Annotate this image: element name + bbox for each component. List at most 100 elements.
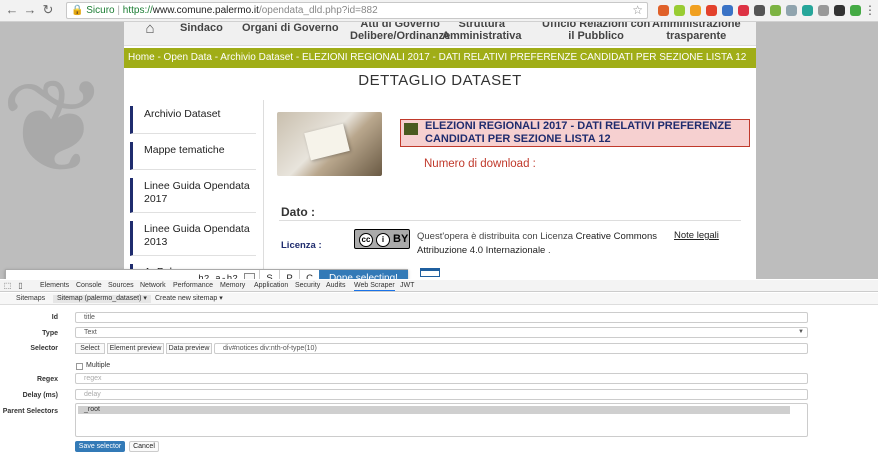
cancel-button[interactable]: Cancel bbox=[129, 441, 159, 452]
forward-icon[interactable]: → bbox=[22, 2, 38, 18]
id-input[interactable]: title bbox=[75, 312, 808, 323]
parent-selectors-list[interactable]: _root bbox=[75, 403, 808, 437]
dataset-title: ELEZIONI REGIONALI 2017 - DATI RELATIVI … bbox=[425, 120, 732, 145]
site-container: ⌂ Sindaco Organi di Governo Atti di Gove… bbox=[124, 22, 756, 279]
browser-toolbar: ← → ↻ 🔒 Sicuro | https://www.comune.pale… bbox=[0, 0, 878, 22]
eagle-emblem-icon: ❦ bbox=[0, 54, 109, 200]
sidebar: Archivio Dataset Mappe tematiche Linee G… bbox=[130, 106, 256, 279]
licenza-label: Licenza : bbox=[281, 240, 322, 251]
extension-icon[interactable] bbox=[754, 5, 765, 16]
multiple-checkbox[interactable] bbox=[76, 363, 83, 370]
select-key-p[interactable]: P bbox=[279, 270, 299, 279]
devtools-panel: ⬚ ▯ Elements Console Sources Network Perform… bbox=[0, 280, 878, 453]
data-preview-button[interactable]: Data preview bbox=[166, 343, 212, 354]
devtools-tab[interactable]: Network bbox=[140, 282, 166, 290]
reload-icon[interactable]: ↻ bbox=[40, 2, 56, 18]
devtools-tabbar: ⬚ ▯ Elements Console Sources Network Perform… bbox=[0, 280, 878, 292]
bookmark-star-icon[interactable]: ☆ bbox=[632, 3, 643, 18]
inspect-icon[interactable]: ⬚ bbox=[3, 281, 12, 290]
done-selecting-button[interactable]: Done selecting! bbox=[319, 270, 408, 279]
license-text: Quest'opera è distribuita con Licenza Cr… bbox=[417, 231, 657, 256]
enable-multiple-checkbox[interactable] bbox=[244, 273, 255, 279]
extension-icon[interactable] bbox=[850, 5, 861, 16]
extension-icon[interactable] bbox=[738, 5, 749, 16]
regex-label: Regex bbox=[36, 376, 58, 383]
devtools-tab[interactable]: Console bbox=[76, 282, 102, 290]
dataset-title-box: ELEZIONI REGIONALI 2017 - DATI RELATIVI … bbox=[400, 119, 750, 147]
nav-amministrazione-trasparente[interactable]: Amministrazione trasparente bbox=[652, 22, 741, 42]
webscraper-selector-toolbar: h2.a-h2 S P C Done selecting! bbox=[5, 269, 408, 279]
create-sitemap-dropdown[interactable]: Create new sitemap ▾ bbox=[151, 295, 227, 303]
devtools-tab[interactable]: Web Scraper bbox=[354, 282, 395, 291]
selected-selector-display: h2.a-h2 bbox=[198, 273, 238, 279]
download-count-label: Numero di download : bbox=[424, 158, 536, 170]
parent-selectors-label: Parent Selectors bbox=[2, 408, 58, 415]
nav-sindaco[interactable]: Sindaco bbox=[180, 22, 223, 34]
devtools-tab[interactable]: Application bbox=[254, 282, 288, 290]
dataset-marker-icon bbox=[404, 123, 418, 135]
breadcrumb: Home - Open Data - Archivio Dataset - EL… bbox=[124, 48, 756, 68]
home-icon[interactable]: ⌂ bbox=[138, 22, 162, 36]
page-title: DETTAGLIO DATASET bbox=[358, 72, 522, 89]
extension-icon[interactable] bbox=[690, 5, 701, 16]
extension-icon[interactable] bbox=[658, 5, 669, 16]
note-legali-link[interactable]: Note legali bbox=[674, 230, 719, 241]
download-icon[interactable] bbox=[420, 268, 440, 277]
select-button[interactable]: Select bbox=[75, 343, 105, 354]
selector-input[interactable]: div#notices div:nth-of-type(10) bbox=[214, 343, 808, 354]
nav-urp[interactable]: Ufficio Relazioni con il Pubblico bbox=[542, 22, 650, 42]
extension-icon[interactable] bbox=[674, 5, 685, 16]
delay-label: Delay (ms) bbox=[22, 392, 58, 399]
sidebar-item-linee-2013[interactable]: Linee Guida Opendata 2013 bbox=[130, 221, 256, 256]
nav-atti-governo[interactable]: Atti di Governo Delibere/Ordinanze bbox=[350, 22, 450, 42]
devtools-tab[interactable]: Audits bbox=[326, 282, 345, 290]
extension-icon[interactable] bbox=[818, 5, 829, 16]
type-select[interactable]: Text ▼ bbox=[75, 327, 808, 338]
url-scheme: https:// bbox=[122, 5, 153, 16]
extension-icon[interactable] bbox=[802, 5, 813, 16]
id-label: Id bbox=[51, 314, 58, 321]
site-topnav: ⌂ Sindaco Organi di Governo Atti di Gove… bbox=[124, 22, 756, 46]
devtools-tab[interactable]: Performance bbox=[173, 282, 213, 290]
select-key-c[interactable]: C bbox=[299, 270, 319, 279]
nav-organi-governo[interactable]: Organi di Governo bbox=[242, 22, 339, 34]
regex-input[interactable]: regex bbox=[75, 373, 808, 384]
address-bar[interactable]: 🔒 Sicuro | https://www.comune.palermo.it… bbox=[66, 2, 648, 19]
devtools-tab[interactable]: Sources bbox=[108, 282, 134, 290]
delay-input[interactable]: delay bbox=[75, 389, 808, 400]
menu-kebab-icon[interactable]: ⋮ bbox=[864, 3, 876, 17]
nav-struttura[interactable]: Struttura Amministrativa bbox=[442, 22, 521, 42]
dato-heading: Dato : bbox=[281, 205, 315, 219]
element-preview-button[interactable]: Element preview bbox=[107, 343, 164, 354]
extension-icon[interactable] bbox=[834, 5, 845, 16]
cc-icon: cc bbox=[359, 233, 373, 247]
devtools-tab[interactable]: Security bbox=[295, 282, 320, 290]
by-icon: i bbox=[376, 233, 390, 247]
device-toolbar-icon[interactable]: ▯ bbox=[16, 281, 25, 290]
save-selector-button[interactable]: Save selector bbox=[75, 441, 125, 452]
extension-icon[interactable] bbox=[722, 5, 733, 16]
select-key-s[interactable]: S bbox=[259, 270, 279, 279]
extension-icon[interactable] bbox=[706, 5, 717, 16]
extension-icon[interactable] bbox=[770, 5, 781, 16]
chevron-down-icon: ▼ bbox=[798, 329, 804, 335]
sitemaps-link[interactable]: Sitemaps bbox=[12, 295, 49, 303]
sidebar-item-mappe[interactable]: Mappe tematiche bbox=[130, 142, 256, 170]
lock-icon: 🔒 bbox=[71, 5, 84, 16]
current-sitemap-dropdown[interactable]: Sitemap (palermo_dataset) ▾ bbox=[53, 295, 151, 303]
devtools-tab[interactable]: Elements bbox=[40, 282, 69, 290]
type-label: Type bbox=[42, 330, 58, 337]
selector-label: Selector bbox=[30, 345, 58, 352]
parent-option-root[interactable]: _root bbox=[78, 406, 790, 414]
cc-license-badge[interactable]: cc i BY bbox=[354, 229, 410, 249]
multiple-label: Multiple bbox=[86, 362, 111, 369]
dataset-thumbnail bbox=[277, 112, 382, 176]
devtools-tab[interactable]: JWT bbox=[400, 282, 414, 290]
url-host: www.comune.palermo.it bbox=[152, 5, 259, 16]
back-icon[interactable]: ← bbox=[4, 2, 20, 18]
secure-label: Sicuro bbox=[86, 5, 115, 16]
sidebar-item-archivio[interactable]: Archivio Dataset bbox=[130, 106, 256, 134]
devtools-tab[interactable]: Memory bbox=[220, 282, 245, 290]
sidebar-item-linee-2017[interactable]: Linee Guida Opendata 2017 bbox=[130, 178, 256, 213]
extension-icon[interactable] bbox=[786, 5, 797, 16]
